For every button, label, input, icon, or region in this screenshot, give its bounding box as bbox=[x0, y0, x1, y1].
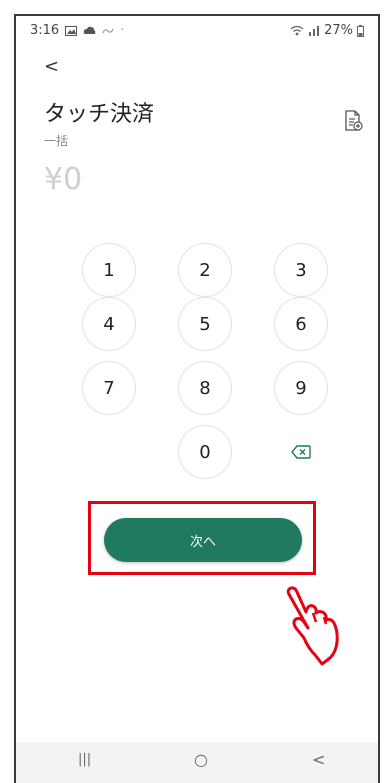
key-6[interactable]: 6 bbox=[274, 297, 328, 351]
status-time: 3:16 bbox=[30, 23, 60, 38]
key-7[interactable]: 7 bbox=[82, 361, 136, 415]
system-nav-bar: ||| ○ < bbox=[14, 742, 380, 783]
amount-display: ¥0 bbox=[44, 162, 83, 197]
dot-icon: · bbox=[120, 23, 125, 38]
gallery-icon bbox=[65, 25, 78, 36]
page-title: タッチ決済 bbox=[44, 102, 155, 127]
notification-icon bbox=[102, 28, 114, 33]
status-right: 27% bbox=[290, 23, 364, 38]
nav-back-button[interactable]: < bbox=[312, 750, 325, 769]
battery-icon bbox=[357, 24, 364, 37]
key-4[interactable]: 4 bbox=[82, 297, 136, 351]
battery-level: 27% bbox=[324, 23, 353, 38]
backspace-icon bbox=[291, 445, 311, 459]
key-8[interactable]: 8 bbox=[178, 361, 232, 415]
status-bar: 3:16 · 27% bbox=[16, 16, 378, 44]
status-left: 3:16 · bbox=[30, 23, 124, 38]
key-1[interactable]: 1 bbox=[82, 243, 136, 297]
receipt-doc-icon[interactable] bbox=[344, 110, 364, 132]
signal-icon bbox=[309, 26, 320, 36]
key-5[interactable]: 5 bbox=[178, 297, 232, 351]
key-3[interactable]: 3 bbox=[274, 243, 328, 297]
next-button[interactable]: 次へ bbox=[104, 518, 302, 562]
payment-type-label: 一括 bbox=[44, 134, 69, 148]
nav-home-button[interactable]: ○ bbox=[194, 750, 208, 769]
cloud-icon bbox=[83, 26, 96, 34]
key-9[interactable]: 9 bbox=[274, 361, 328, 415]
key-0[interactable]: 0 bbox=[178, 425, 232, 479]
backspace-button[interactable] bbox=[274, 425, 328, 479]
nav-recents-button[interactable]: ||| bbox=[78, 752, 91, 767]
key-2[interactable]: 2 bbox=[178, 243, 232, 297]
pointing-hand-icon bbox=[286, 586, 339, 666]
back-button[interactable]: < bbox=[44, 56, 59, 77]
wifi-icon bbox=[290, 25, 304, 36]
